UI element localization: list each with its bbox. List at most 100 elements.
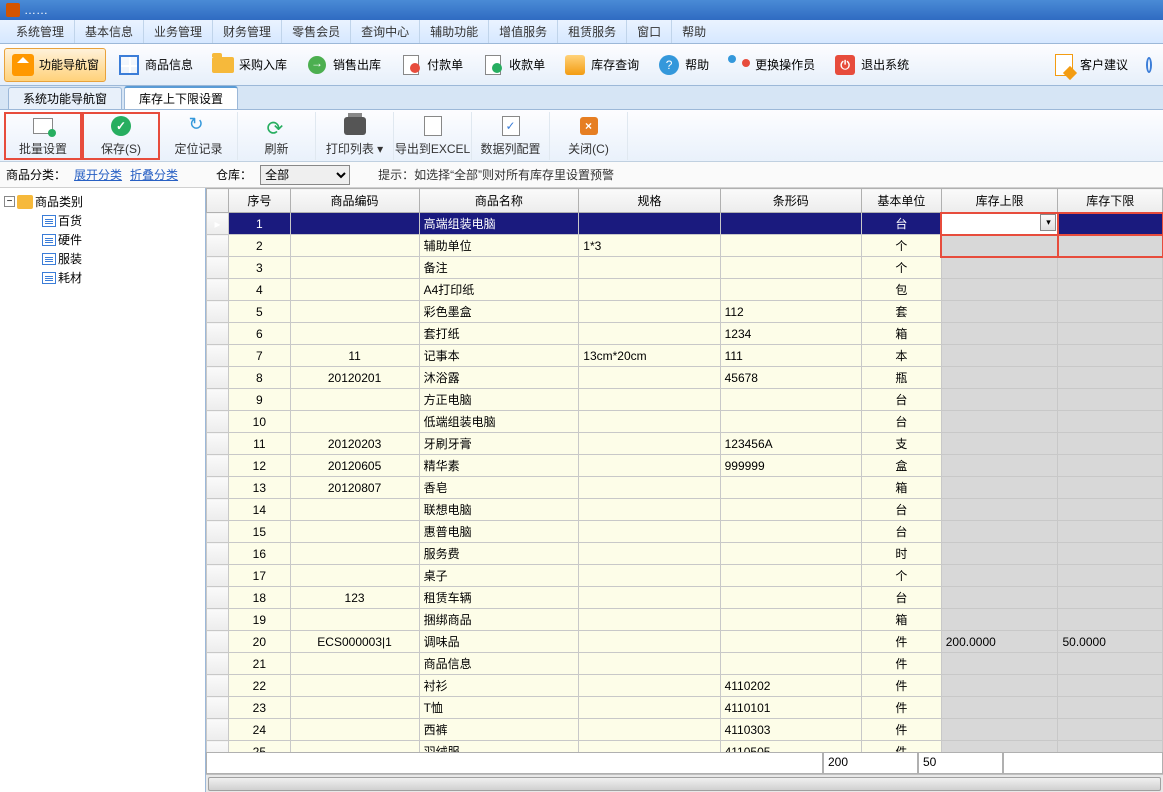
cell-up[interactable] <box>941 411 1058 433</box>
table-row[interactable]: 16服务费时 <box>207 543 1163 565</box>
tree-node-耗材[interactable]: 耗材 <box>34 268 201 287</box>
cell-up[interactable] <box>941 477 1058 499</box>
cell-low[interactable] <box>1058 697 1163 719</box>
table-row[interactable]: 18123租赁车辆台 <box>207 587 1163 609</box>
tree-node-百货[interactable]: 百货 <box>34 211 201 230</box>
expand-link[interactable]: 展开分类 <box>74 166 122 183</box>
action-打印列表[interactable]: 打印列表 ▾ <box>316 112 394 160</box>
menu-窗口[interactable]: 窗口 <box>627 20 672 43</box>
cell-up[interactable] <box>941 565 1058 587</box>
grid-scroll[interactable]: 序号商品编码商品名称规格条形码基本单位库存上限库存下限 ▸1高端组装电脑台▾2辅… <box>206 188 1163 752</box>
action-关闭(C)[interactable]: ×关闭(C) <box>550 112 628 160</box>
cell-low[interactable] <box>1058 543 1163 565</box>
col-header-7[interactable]: 库存下限 <box>1058 189 1163 213</box>
menu-财务管理[interactable]: 财务管理 <box>213 20 282 43</box>
cell-low[interactable] <box>1058 741 1163 753</box>
table-row[interactable]: 2辅助单位1*3个 <box>207 235 1163 257</box>
tab-系统功能导航窗[interactable]: 系统功能导航窗 <box>8 87 122 109</box>
toolbar-采购入库[interactable]: 采购入库 <box>204 48 294 82</box>
cell-low[interactable] <box>1058 675 1163 697</box>
warehouse-select[interactable]: 全部 <box>260 165 350 185</box>
cell-up[interactable] <box>941 543 1058 565</box>
table-row[interactable]: ▸1高端组装电脑台▾ <box>207 213 1163 235</box>
table-row[interactable]: 17桌子个 <box>207 565 1163 587</box>
table-row[interactable]: 25羽绒服4110505件 <box>207 741 1163 753</box>
cell-up[interactable] <box>941 345 1058 367</box>
cell-low[interactable] <box>1058 587 1163 609</box>
col-header-5[interactable]: 基本单位 <box>861 189 941 213</box>
cell-up[interactable] <box>941 719 1058 741</box>
toolbar-销售出库[interactable]: 销售出库 <box>298 48 388 82</box>
cell-up[interactable] <box>941 675 1058 697</box>
action-刷新[interactable]: 刷新 <box>238 112 316 160</box>
cell-low[interactable] <box>1058 521 1163 543</box>
menu-基本信息[interactable]: 基本信息 <box>75 20 144 43</box>
cell-up[interactable]: 200.0000 <box>941 631 1058 653</box>
tree-node-硬件[interactable]: 硬件 <box>34 230 201 249</box>
cell-low[interactable] <box>1058 499 1163 521</box>
col-header-2[interactable]: 商品名称 <box>419 189 579 213</box>
cell-low[interactable] <box>1058 455 1163 477</box>
menu-帮助[interactable]: 帮助 <box>672 20 716 43</box>
cell-up[interactable] <box>941 235 1058 257</box>
cell-up[interactable] <box>941 257 1058 279</box>
toolbar-帮助[interactable]: ?帮助 <box>650 48 716 82</box>
cell-low[interactable] <box>1058 719 1163 741</box>
cell-low[interactable] <box>1058 301 1163 323</box>
action-数据列配置[interactable]: 数据列配置 <box>472 112 550 160</box>
cell-low[interactable] <box>1058 653 1163 675</box>
table-row[interactable]: 711记事本13cm*20cm111本 <box>207 345 1163 367</box>
cell-up[interactable]: ▾ <box>941 213 1058 235</box>
table-row[interactable]: 6套打纸1234箱 <box>207 323 1163 345</box>
cell-low[interactable] <box>1058 213 1163 235</box>
table-row[interactable]: 4A4打印纸包 <box>207 279 1163 301</box>
table-row[interactable]: 20ECS000003|1调味品件200.000050.0000 <box>207 631 1163 653</box>
cell-up[interactable] <box>941 367 1058 389</box>
toolbar-功能导航窗[interactable]: 功能导航窗 <box>4 48 106 82</box>
cell-low[interactable] <box>1058 279 1163 301</box>
collapse-link[interactable]: 折叠分类 <box>130 166 178 183</box>
menu-业务管理[interactable]: 业务管理 <box>144 20 213 43</box>
tree-root-node[interactable]: − 商品类别 <box>4 192 201 211</box>
cell-up[interactable] <box>941 587 1058 609</box>
toolbar-商品信息[interactable]: 商品信息 <box>110 48 200 82</box>
menu-零售会员[interactable]: 零售会员 <box>282 20 351 43</box>
action-保存(S)[interactable]: ✓保存(S) <box>82 112 160 160</box>
menu-辅助功能[interactable]: 辅助功能 <box>420 20 489 43</box>
table-row[interactable]: 820120201沐浴露45678瓶 <box>207 367 1163 389</box>
menu-租赁服务[interactable]: 租赁服务 <box>558 20 627 43</box>
action-导出到EXCEL[interactable]: 导出到EXCEL <box>394 112 472 160</box>
table-row[interactable]: 9方正电脑台 <box>207 389 1163 411</box>
action-批量设置[interactable]: 批量设置 <box>4 112 82 160</box>
cell-low[interactable]: 50.0000 <box>1058 631 1163 653</box>
cell-up[interactable] <box>941 279 1058 301</box>
cell-up[interactable] <box>941 433 1058 455</box>
table-row[interactable]: 21商品信息件 <box>207 653 1163 675</box>
cell-low[interactable] <box>1058 477 1163 499</box>
cell-low[interactable] <box>1058 389 1163 411</box>
col-header-6[interactable]: 库存上限 <box>941 189 1058 213</box>
menu-查询中心[interactable]: 查询中心 <box>351 20 420 43</box>
table-row[interactable]: 24西裤4110303件 <box>207 719 1163 741</box>
table-row[interactable]: 1120120203牙刷牙膏123456A支 <box>207 433 1163 455</box>
table-row[interactable]: 10低端组装电脑台 <box>207 411 1163 433</box>
customer-suggest-button[interactable]: 客户建议 <box>1045 48 1135 82</box>
expand-icon[interactable]: − <box>4 196 15 207</box>
toolbar-库存查询[interactable]: 库存查询 <box>556 48 646 82</box>
toolbar-extra-button[interactable] <box>1139 48 1159 82</box>
cell-up[interactable] <box>941 301 1058 323</box>
table-row[interactable]: 19捆绑商品箱 <box>207 609 1163 631</box>
cell-low[interactable] <box>1058 345 1163 367</box>
cell-low[interactable] <box>1058 433 1163 455</box>
toolbar-付款单[interactable]: 付款单 <box>392 48 470 82</box>
stock-grid[interactable]: 序号商品编码商品名称规格条形码基本单位库存上限库存下限 ▸1高端组装电脑台▾2辅… <box>206 188 1163 752</box>
toolbar-退出系统[interactable]: ⏻退出系统 <box>826 48 916 82</box>
action-定位记录[interactable]: 定位记录 <box>160 112 238 160</box>
cell-low[interactable] <box>1058 257 1163 279</box>
menu-系统管理[interactable]: 系统管理 <box>6 20 75 43</box>
cell-low[interactable] <box>1058 235 1163 257</box>
cell-low[interactable] <box>1058 323 1163 345</box>
table-row[interactable]: 15惠普电脑台 <box>207 521 1163 543</box>
cell-up[interactable] <box>941 521 1058 543</box>
table-row[interactable]: 3备注个 <box>207 257 1163 279</box>
